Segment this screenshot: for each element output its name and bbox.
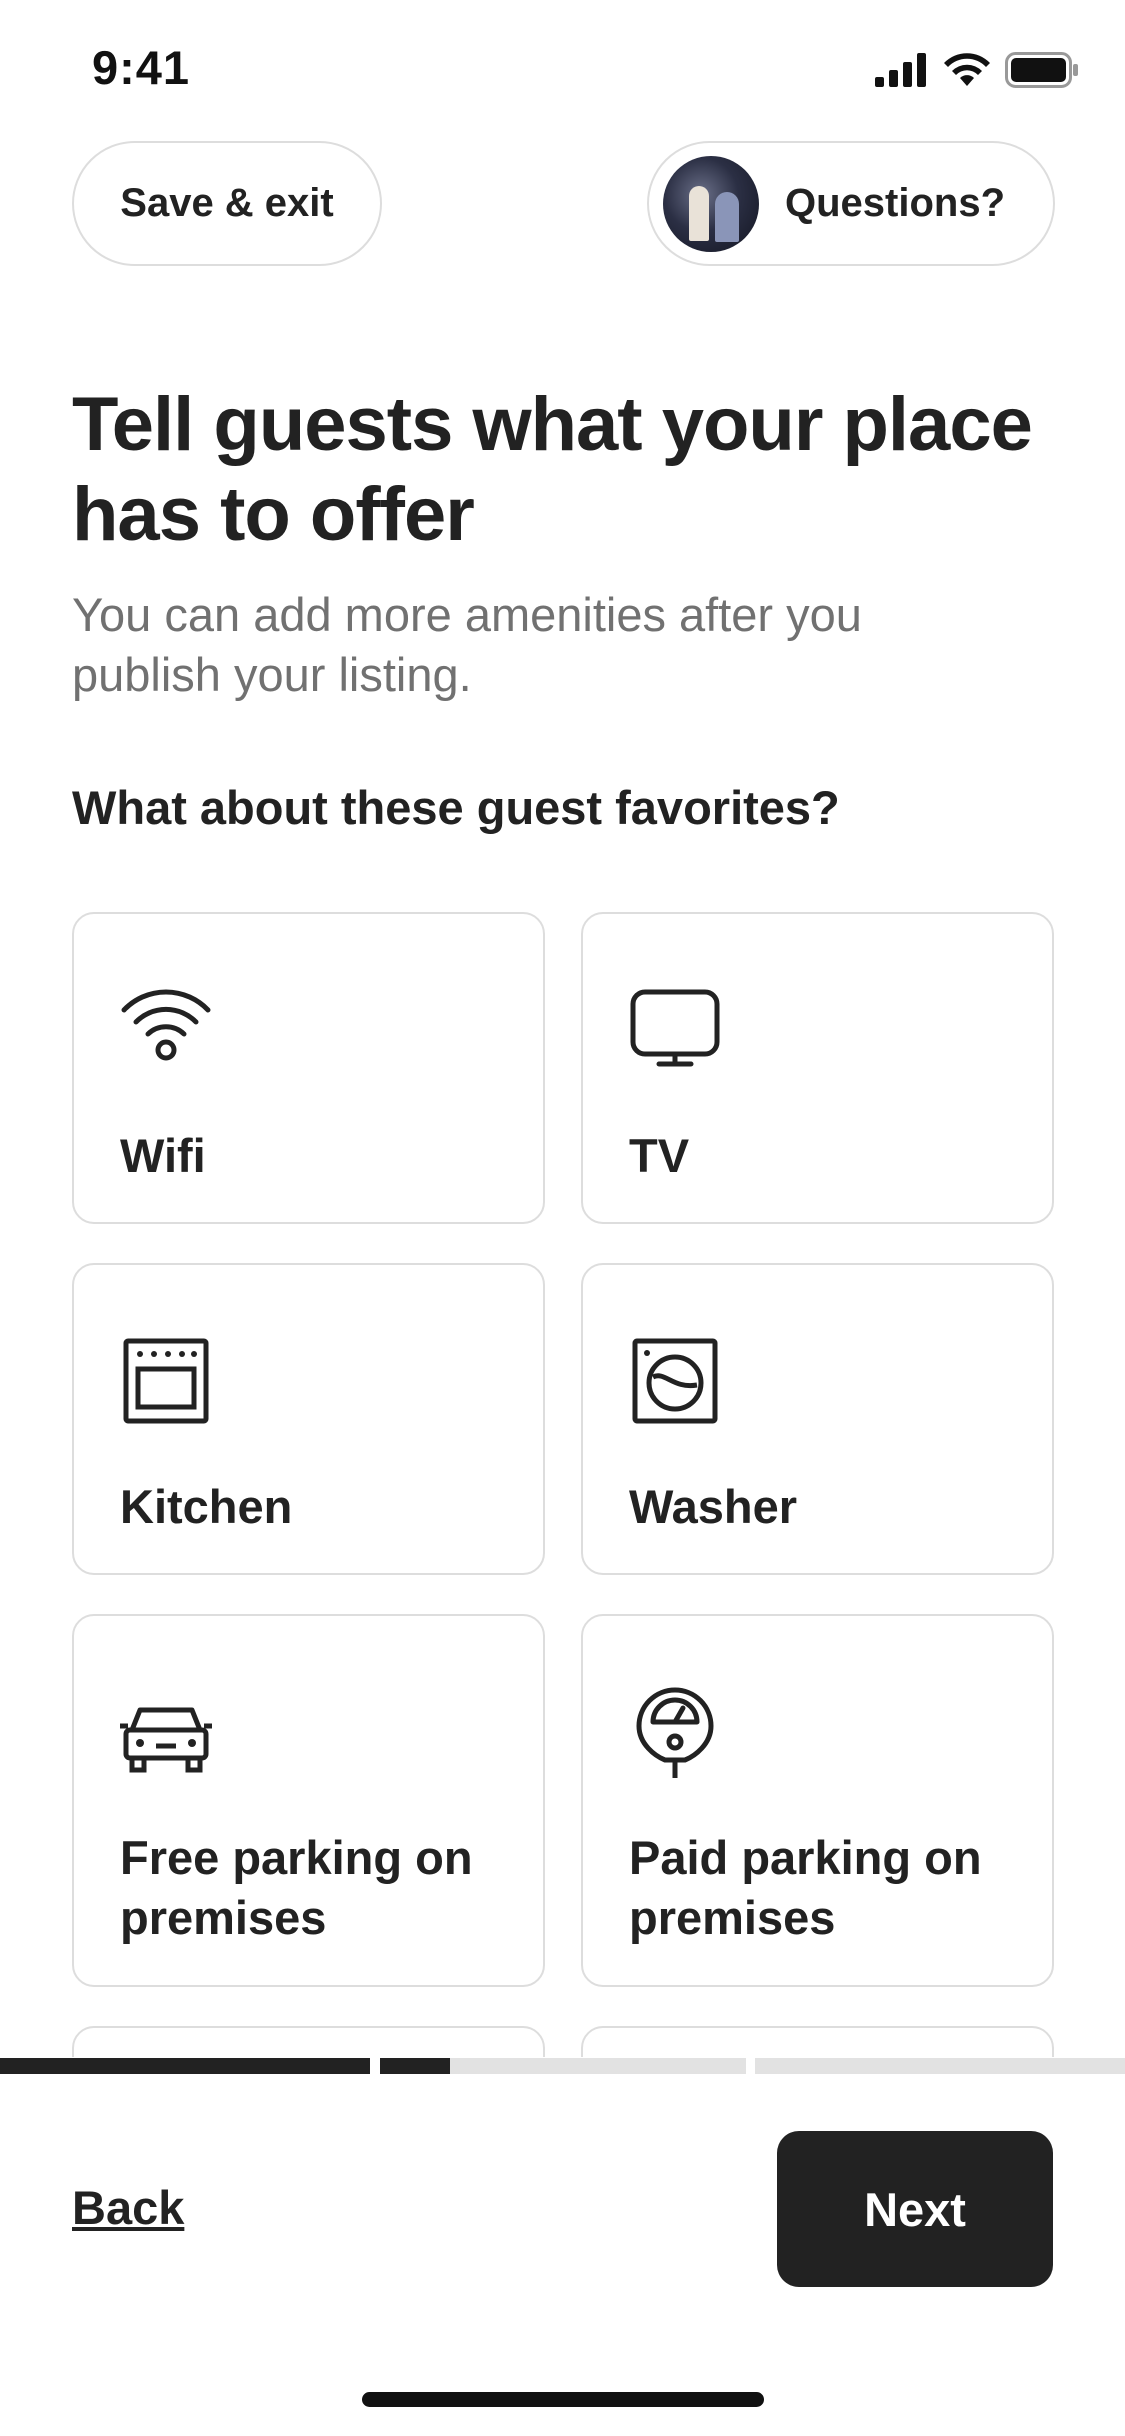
tv-icon bbox=[630, 989, 720, 1067]
amenity-label: Wifi bbox=[120, 1129, 206, 1182]
wifi-icon bbox=[944, 53, 990, 86]
amenity-label: TV bbox=[629, 1129, 690, 1182]
amenity-card-partial[interactable] bbox=[581, 2026, 1054, 2057]
home-indicator[interactable] bbox=[362, 2392, 764, 2407]
progress-fill bbox=[380, 2058, 450, 2074]
oven-icon bbox=[123, 1338, 209, 1424]
amenity-card-paid-parking[interactable]: Paid parking on premises bbox=[581, 1614, 1054, 1987]
amenity-card-washer[interactable]: Washer bbox=[581, 1263, 1054, 1575]
next-label: Next bbox=[864, 2182, 966, 2236]
save-exit-label: Save & exit bbox=[120, 181, 334, 225]
car-icon bbox=[120, 1707, 212, 1773]
status-bar: 9:41 bbox=[0, 0, 1125, 140]
progress-segment bbox=[755, 2058, 1125, 2074]
progress-segment bbox=[0, 2058, 370, 2074]
next-button[interactable]: Next bbox=[777, 2131, 1053, 2287]
page-title: Tell guests what your place has to offer bbox=[72, 382, 1033, 557]
questions-button[interactable]: Questions? bbox=[647, 141, 1055, 266]
back-button[interactable]: Back bbox=[72, 2180, 184, 2235]
save-exit-button[interactable]: Save & exit bbox=[72, 141, 382, 266]
progress-bar bbox=[0, 2058, 1125, 2074]
battery-icon bbox=[1005, 52, 1078, 88]
amenity-card-tv[interactable]: TV bbox=[581, 912, 1054, 1224]
washer-icon bbox=[632, 1338, 718, 1424]
page-subtitle: You can add more amenities after you pub… bbox=[72, 588, 862, 701]
status-icons bbox=[875, 48, 1079, 92]
parking-meter-icon bbox=[636, 1687, 714, 1778]
amenity-card-kitchen[interactable]: Kitchen bbox=[72, 1263, 545, 1575]
cellular-signal-icon bbox=[875, 53, 926, 87]
status-time: 9:41 bbox=[92, 41, 191, 94]
wifi-icon bbox=[121, 989, 211, 1061]
section-heading: What about these guest favorites? bbox=[72, 781, 840, 834]
progress-segment bbox=[380, 2058, 746, 2074]
progress-fill bbox=[0, 2058, 370, 2074]
amenities-grid: Wifi TV Kitchen Washer Free parking on p… bbox=[72, 912, 1054, 2057]
amenity-card-partial[interactable] bbox=[72, 2026, 545, 2057]
amenity-card-free-parking[interactable]: Free parking on premises bbox=[72, 1614, 545, 1987]
host-avatar bbox=[663, 155, 759, 252]
amenity-card-wifi[interactable]: Wifi bbox=[72, 912, 545, 1224]
amenity-label: Free parking on premises bbox=[120, 1831, 473, 1944]
amenity-label: Kitchen bbox=[120, 1480, 293, 1533]
app-screen: 9:41 Save & exit Questions? Tell guests … bbox=[0, 0, 1125, 2436]
questions-label: Questions? bbox=[785, 181, 1006, 225]
amenity-label: Washer bbox=[629, 1480, 798, 1533]
amenity-label: Paid parking on premises bbox=[629, 1831, 982, 1944]
